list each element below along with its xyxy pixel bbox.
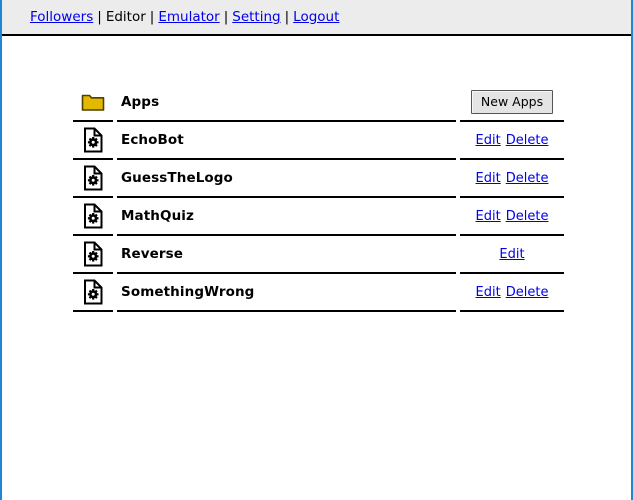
app-name: GuessTheLogo <box>117 160 456 198</box>
main-navigation: Followers | Editor | Emulator | Setting | Logout <box>30 8 339 26</box>
new-apps-button[interactable]: New Apps <box>470 90 554 114</box>
row-actions-cell: Edit Delete <box>460 198 564 236</box>
delete-link[interactable]: Delete <box>506 285 549 300</box>
nav-separator-3: | <box>223 9 229 25</box>
app-name: EchoBot <box>117 122 456 160</box>
app-file-icon <box>83 165 104 191</box>
app-name: Apps <box>117 84 456 122</box>
app-file-icon <box>83 127 104 153</box>
edit-link[interactable]: Edit <box>476 171 501 186</box>
table-row: GuessTheLogo Edit Delete <box>73 160 564 198</box>
table-row: EchoBot Edit Delete <box>73 122 564 160</box>
row-icon-cell <box>73 122 113 160</box>
table-row: SomethingWrong Edit Delete <box>73 274 564 312</box>
row-actions-cell: Edit Delete <box>460 274 564 312</box>
apps-table: Apps New Apps EchoBot Edit Delete GuessT… <box>69 84 568 312</box>
app-file-icon <box>83 241 104 267</box>
edit-link[interactable]: Edit <box>476 285 501 300</box>
nav-separator-4: | <box>284 9 290 25</box>
row-actions-cell: Edit Delete <box>460 160 564 198</box>
nav-item-logout[interactable]: Logout <box>293 9 339 25</box>
app-name: Reverse <box>117 236 456 274</box>
edit-link[interactable]: Edit <box>499 247 524 262</box>
nav-separator-2: | <box>149 9 155 25</box>
row-icon-cell <box>73 236 113 274</box>
row-icon-cell <box>73 160 113 198</box>
header-bar: Followers | Editor | Emulator | Setting | Logout <box>2 0 631 36</box>
app-file-icon <box>83 203 104 229</box>
app-name: MathQuiz <box>117 198 456 236</box>
app-file-icon <box>83 279 104 305</box>
nav-item-followers[interactable]: Followers <box>30 9 93 25</box>
nav-item-emulator[interactable]: Emulator <box>158 9 219 25</box>
nav-separator-1: | <box>97 9 102 25</box>
delete-link[interactable]: Delete <box>506 133 549 148</box>
app-name: SomethingWrong <box>117 274 456 312</box>
row-icon-cell <box>73 274 113 312</box>
row-icon-cell <box>73 198 113 236</box>
edit-link[interactable]: Edit <box>476 133 501 148</box>
table-row: Reverse Edit <box>73 236 564 274</box>
row-actions-cell: Edit Delete <box>460 122 564 160</box>
row-icon-cell <box>73 84 113 122</box>
nav-item-editor[interactable]: Editor <box>106 9 146 25</box>
page-root: Followers | Editor | Emulator | Setting | Logout… <box>0 0 633 500</box>
folder-icon <box>81 92 105 112</box>
delete-link[interactable]: Delete <box>506 209 549 224</box>
edit-link[interactable]: Edit <box>476 209 501 224</box>
row-actions-cell: Edit <box>460 236 564 274</box>
nav-item-setting[interactable]: Setting <box>232 9 280 25</box>
table-row: MathQuiz Edit Delete <box>73 198 564 236</box>
row-actions-cell: New Apps <box>460 84 564 122</box>
delete-link[interactable]: Delete <box>506 171 549 186</box>
table-row: Apps New Apps <box>73 84 564 122</box>
